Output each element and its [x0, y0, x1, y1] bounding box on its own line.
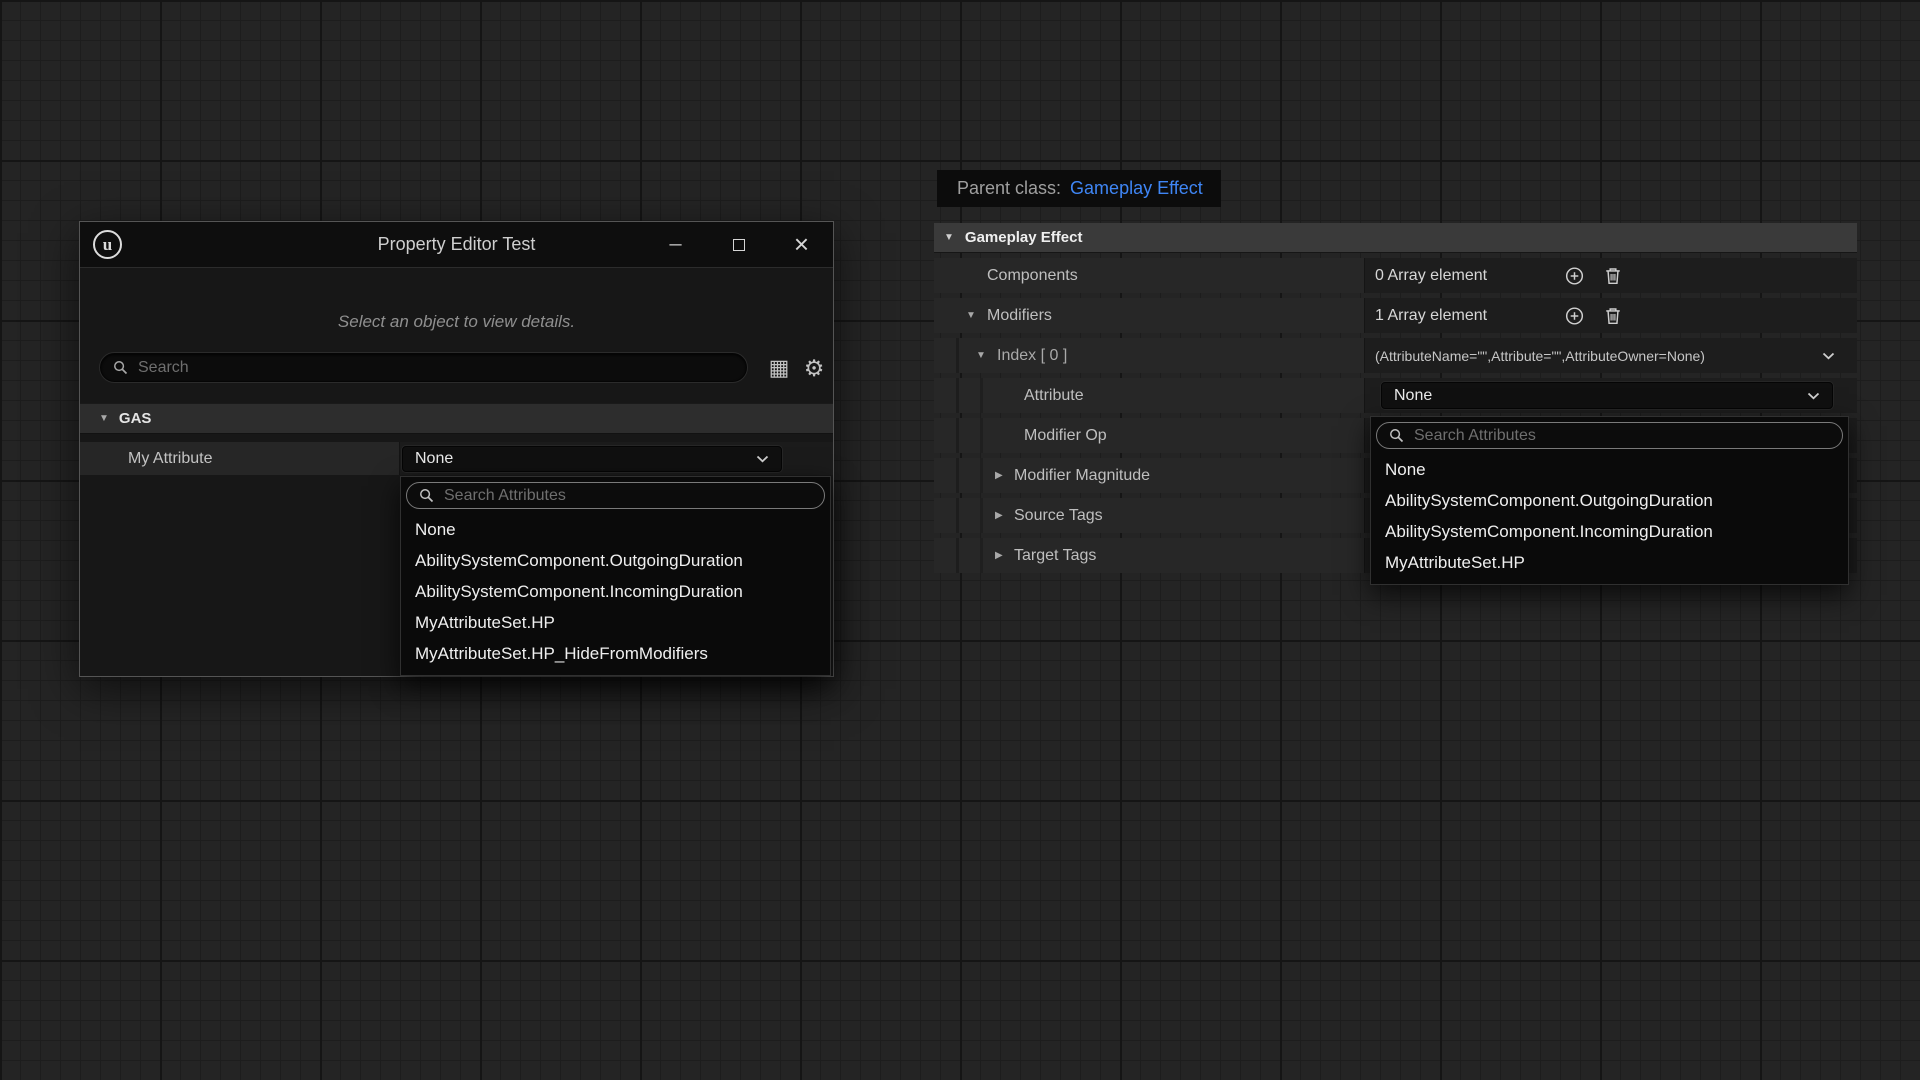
row-value-cell[interactable]: (AttributeName="",Attribute="",Attribute…	[1365, 338, 1857, 373]
property-label: Source Tags	[1014, 507, 1103, 525]
blueprint-graph-background: u Property Editor Test ─ × Select an obj…	[0, 0, 1920, 1080]
add-array-element-icon[interactable]	[1565, 266, 1584, 285]
collapse-arrow-icon[interactable]: ▼	[99, 414, 109, 424]
row-label-cell[interactable]: ▶ Source Tags	[934, 498, 1365, 533]
delete-array-icon[interactable]	[1605, 307, 1621, 325]
search-box[interactable]	[100, 353, 747, 382]
row-label-cell[interactable]: Components	[934, 258, 1365, 293]
dropdown-search-box[interactable]	[1376, 422, 1843, 449]
attribute-picker-dropdown: None AbilitySystemComponent.OutgoingDura…	[1370, 416, 1849, 585]
row-my-attribute: My Attribute None	[80, 442, 833, 475]
maximize-icon	[733, 239, 745, 251]
search-icon	[113, 360, 128, 375]
expand-arrow-icon[interactable]: ▶	[995, 511, 1003, 521]
property-label-cell[interactable]: My Attribute	[80, 442, 400, 475]
dropdown-item[interactable]: None	[1376, 454, 1843, 485]
close-button[interactable]: ×	[770, 222, 833, 267]
chevron-down-icon	[1807, 392, 1820, 400]
unreal-logo-icon: u	[93, 230, 122, 259]
window-titlebar[interactable]: u Property Editor Test ─ ×	[80, 222, 833, 268]
delete-array-icon[interactable]	[1605, 267, 1621, 285]
my-attribute-combobox[interactable]: None	[402, 446, 782, 472]
search-input[interactable]	[136, 358, 734, 378]
array-count: 1 Array element	[1375, 307, 1487, 325]
property-editor-window: u Property Editor Test ─ × Select an obj…	[79, 221, 834, 677]
property-label: Attribute	[1024, 387, 1084, 405]
row-value-cell: 0 Array element	[1365, 258, 1857, 293]
dropdown-item[interactable]: AbilitySystemComponent.OutgoingDuration	[406, 545, 825, 576]
row-label-cell[interactable]: Modifier Op	[934, 418, 1365, 453]
attribute-picker-dropdown: None AbilitySystemComponent.OutgoingDura…	[400, 476, 831, 676]
dropdown-item[interactable]: MyAttributeSet.HP	[1376, 547, 1843, 578]
dropdown-item[interactable]: AbilitySystemComponent.IncomingDuration	[1376, 516, 1843, 547]
category-gas[interactable]: ▼ GAS	[80, 403, 833, 434]
row-label-cell[interactable]: ▶ Modifier Magnitude	[934, 458, 1365, 493]
dropdown-item[interactable]: MyAttributeSet.HP_HideFromModifiers	[406, 638, 825, 669]
row-label-cell[interactable]: ▼ Index [ 0 ]	[934, 338, 1365, 373]
add-array-element-icon[interactable]	[1565, 306, 1584, 325]
view-options-icon[interactable]: ▦	[764, 353, 794, 383]
search-icon	[419, 488, 434, 503]
dropdown-search-box[interactable]	[406, 482, 825, 509]
parent-class-bar: Parent class: Gameplay Effect	[937, 170, 1221, 207]
category-gameplay-effect[interactable]: ▼ Gameplay Effect	[934, 223, 1857, 253]
empty-selection-message: Select an object to view details.	[80, 312, 833, 332]
row-label-cell[interactable]: ▼ Modifiers	[934, 298, 1365, 333]
property-label: My Attribute	[128, 450, 212, 468]
collapse-arrow-icon[interactable]: ▼	[944, 233, 954, 243]
category-label: GAS	[119, 410, 152, 427]
combobox-value: None	[1394, 387, 1432, 405]
expand-arrow-icon[interactable]: ▶	[995, 471, 1003, 481]
expand-arrow-icon[interactable]: ▶	[995, 551, 1003, 561]
dropdown-item[interactable]: MyAttributeSet.HP	[406, 607, 825, 638]
parent-class-link[interactable]: Gameplay Effect	[1070, 178, 1203, 199]
search-icon	[1389, 428, 1404, 443]
dropdown-search-input[interactable]	[442, 486, 812, 506]
property-value-cell: None	[400, 442, 833, 475]
row-modifiers: ▼ Modifiers 1 Array element	[934, 298, 1857, 333]
struct-preview: (AttributeName="",Attribute="",Attribute…	[1375, 348, 1705, 364]
category-label: Gameplay Effect	[965, 229, 1083, 246]
attribute-combobox[interactable]: None	[1381, 382, 1833, 409]
row-components: Components 0 Array element	[934, 258, 1857, 293]
row-index-0: ▼ Index [ 0 ] (AttributeName="",Attribut…	[934, 338, 1857, 373]
minimize-button[interactable]: ─	[644, 222, 707, 267]
chevron-down-icon[interactable]	[1822, 352, 1835, 360]
property-label: Target Tags	[1014, 547, 1096, 565]
parent-class-label: Parent class:	[957, 178, 1061, 199]
row-value-cell: 1 Array element	[1365, 298, 1857, 333]
collapse-arrow-icon[interactable]: ▼	[976, 351, 986, 361]
array-count: 0 Array element	[1375, 267, 1487, 285]
window-controls: ─ ×	[644, 222, 833, 267]
combobox-value: None	[415, 450, 453, 468]
property-label: Modifier Magnitude	[1014, 467, 1150, 485]
row-label-cell[interactable]: ▶ Target Tags	[934, 538, 1365, 573]
dropdown-item[interactable]: None	[406, 514, 825, 545]
row-value-cell: None	[1365, 378, 1857, 413]
property-label: Index [ 0 ]	[997, 347, 1067, 365]
settings-gear-icon[interactable]: ⚙	[799, 353, 829, 383]
collapse-arrow-icon[interactable]: ▼	[966, 311, 976, 321]
dropdown-item[interactable]: AbilitySystemComponent.IncomingDuration	[406, 576, 825, 607]
property-label: Modifiers	[987, 307, 1052, 325]
row-attribute: Attribute None	[934, 378, 1857, 413]
unreal-logo-glyph: u	[103, 236, 112, 253]
row-label-cell[interactable]: Attribute	[934, 378, 1365, 413]
property-label: Components	[987, 267, 1078, 285]
dropdown-item[interactable]: AbilitySystemComponent.OutgoingDuration	[1376, 485, 1843, 516]
property-label: Modifier Op	[1024, 427, 1107, 445]
chevron-down-icon	[756, 455, 769, 463]
dropdown-search-input[interactable]	[1412, 426, 1830, 446]
maximize-button[interactable]	[707, 222, 770, 267]
